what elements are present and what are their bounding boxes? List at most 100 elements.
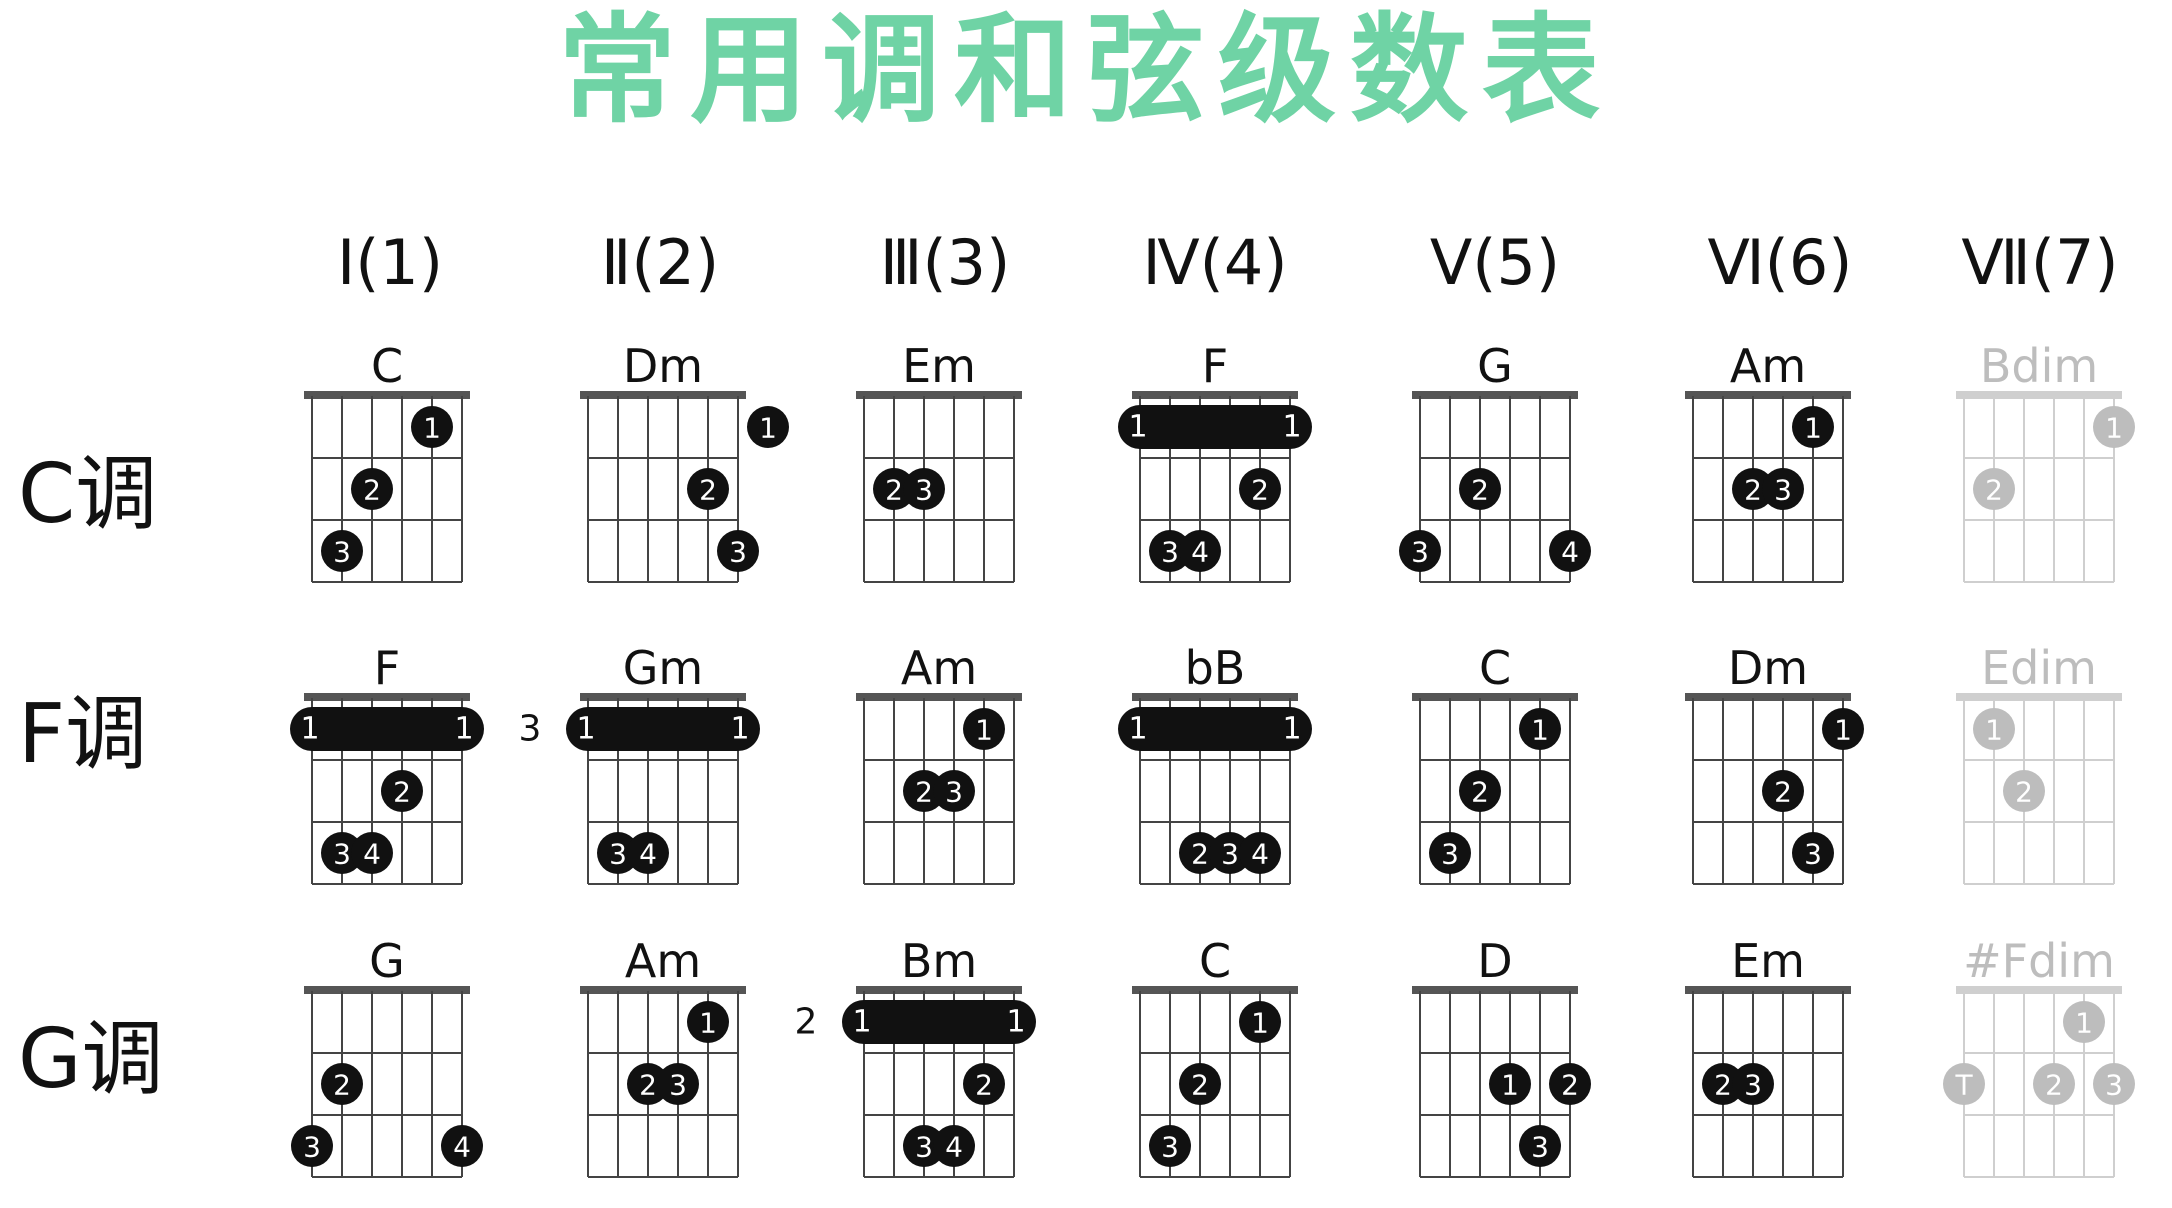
chord-name: Dm [1728, 641, 1808, 695]
finger-number: 2 [1471, 776, 1489, 809]
finger-number: 1 [759, 412, 777, 445]
finger-number: 2 [1191, 1069, 1209, 1102]
finger-number: 3 [1804, 838, 1822, 871]
nut-line [1685, 391, 1851, 399]
page-title: 常用调和弦级数表 [557, 1, 1614, 139]
chord-name: Am [1730, 339, 1806, 393]
chord-diagram-em: Em 2 3 [1685, 934, 1851, 1178]
finger-number: 3 [1411, 536, 1429, 569]
finger-number: 3 [1744, 1069, 1762, 1102]
chord-name: Em [1731, 934, 1805, 988]
finger-number: 2 [699, 474, 717, 507]
finger-number: 1 [454, 712, 473, 747]
finger-number: 3 [1161, 1131, 1179, 1164]
nut-line [1132, 391, 1298, 399]
finger-number: 1 [1834, 714, 1852, 747]
chord-diagram-em: Em 2 3 [856, 339, 1022, 583]
nut-line [856, 986, 1022, 994]
finger-number: T [1954, 1069, 1973, 1102]
chord-diagram-am: Am 1 2 3 [1685, 339, 1851, 583]
fret-number: 3 [519, 709, 542, 750]
finger-number: 1 [2075, 1007, 2093, 1040]
finger-number: 1 [1501, 1069, 1519, 1102]
finger-number: 4 [1561, 536, 1579, 569]
nut-line [856, 693, 1022, 701]
chord-name: Bdim [1980, 339, 2098, 393]
finger-number: 1 [423, 412, 441, 445]
finger-number: 3 [729, 536, 747, 569]
finger-number: 1 [1006, 1005, 1025, 1040]
finger-number: 2 [333, 1069, 351, 1102]
finger-number: 1 [300, 712, 319, 747]
chord-diagram-g: G 2 3 4 [1399, 339, 1591, 583]
finger-number: 1 [1804, 412, 1822, 445]
finger-number: 3 [609, 838, 627, 871]
chord-diagram-am: Am 1 2 3 [580, 934, 746, 1178]
finger-number: 1 [1128, 410, 1147, 445]
finger-number: 2 [1744, 474, 1762, 507]
nut-line [1412, 986, 1578, 994]
finger-number: 3 [1161, 536, 1179, 569]
finger-number: 1 [2105, 412, 2123, 445]
finger-number: 2 [975, 1069, 993, 1102]
degree-header-3: Ⅲ(3) [879, 226, 1011, 299]
finger-number: 2 [1985, 474, 2003, 507]
degree-header-1: Ⅰ(1) [336, 226, 444, 299]
chord-name: Am [625, 934, 701, 988]
chord-grid: C123Dm123Em2 3F1 123 4G23 4Am12 3Bdim12F1 123 4… [290, 339, 2135, 1178]
chord-diagram-f: F 1 1 2 3 4 [290, 641, 484, 885]
finger-number: 1 [975, 714, 993, 747]
chord-name: D [1477, 934, 1512, 988]
finger-number: 2 [1774, 776, 1792, 809]
chord-name: Em [902, 339, 976, 393]
finger-number: 4 [639, 838, 657, 871]
finger-number: 1 [576, 712, 595, 747]
finger-number: 2 [885, 474, 903, 507]
chord-name: C [371, 339, 403, 393]
nut-line [1132, 986, 1298, 994]
chord-name: Am [901, 641, 977, 695]
nut-line [856, 391, 1022, 399]
chord-diagram-d: D 1 23 [1412, 934, 1591, 1178]
nut-line [1685, 693, 1851, 701]
key-label-c: C调 [18, 447, 158, 542]
finger-number: 1 [1531, 714, 1549, 747]
chord-diagram-fdim: #Fdim 1 T 2 3 [1943, 934, 2135, 1178]
finger-number: 2 [363, 474, 381, 507]
finger-number: 3 [1221, 838, 1239, 871]
finger-number: 1 [699, 1007, 717, 1040]
chord-diagram-dm: Dm 1 23 [580, 339, 789, 583]
key-label-g: G调 [18, 1012, 164, 1107]
finger-number: 2 [1471, 474, 1489, 507]
chord-diagram-bm: Bm2 1 123 4 [795, 934, 1036, 1178]
chord-diagram-dm: Dm 1 23 [1685, 641, 1864, 885]
chord-name: #Fdim [1963, 934, 2115, 988]
chord-diagram-c: C1 23 [1412, 641, 1578, 885]
nut-line [1956, 986, 2122, 994]
nut-line [1685, 986, 1851, 994]
finger-number: 1 [1251, 1007, 1269, 1040]
finger-number: 3 [669, 1069, 687, 1102]
finger-number: 3 [2105, 1069, 2123, 1102]
nut-line [1956, 693, 2122, 701]
finger-number: 2 [2045, 1069, 2063, 1102]
nut-line [1412, 391, 1578, 399]
finger-number: 1 [1282, 712, 1301, 747]
degree-header-2: Ⅱ(2) [600, 226, 720, 299]
finger-number: 3 [1441, 838, 1459, 871]
nut-line [1412, 693, 1578, 701]
nut-line [580, 391, 746, 399]
chord-name: F [374, 641, 400, 695]
finger-number: 2 [915, 776, 933, 809]
finger-number: 3 [1531, 1131, 1549, 1164]
finger-number: 2 [1191, 838, 1209, 871]
finger-number: 4 [1191, 536, 1209, 569]
finger-number: 2 [639, 1069, 657, 1102]
finger-number: 1 [1282, 410, 1301, 445]
finger-number: 4 [453, 1131, 471, 1164]
finger-number: 3 [915, 474, 933, 507]
chord-diagram-edim: Edim 12 [1956, 641, 2122, 885]
chord-name: F [1202, 339, 1228, 393]
chord-name: G [369, 934, 405, 988]
chord-name: Dm [623, 339, 703, 393]
